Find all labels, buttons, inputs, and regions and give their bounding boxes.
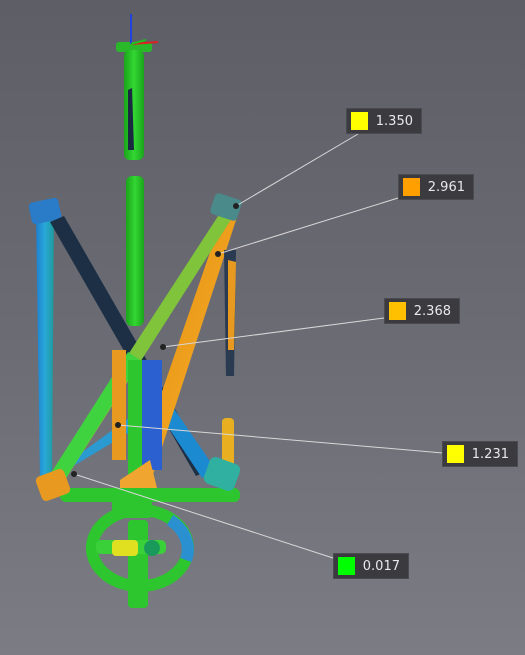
color-swatch	[389, 302, 406, 320]
annotation-value: 2.961	[427, 179, 465, 195]
annotation-label[interactable]: 0.017	[333, 553, 409, 579]
annotation-value: 2.368	[413, 303, 451, 319]
annotation-label[interactable]: 1.350	[346, 108, 422, 134]
color-swatch	[338, 557, 355, 575]
color-swatch	[447, 445, 464, 463]
annotation-value: 0.017	[362, 558, 400, 574]
3d-viewport[interactable]	[0, 0, 525, 655]
annotation-value: 1.350	[375, 113, 413, 129]
annotation-value: 1.231	[471, 446, 509, 462]
color-swatch	[403, 178, 420, 196]
annotation-label[interactable]: 1.231	[442, 441, 518, 467]
annotation-label[interactable]: 2.368	[384, 298, 460, 324]
color-swatch	[351, 112, 368, 130]
point-cloud-model	[28, 14, 242, 608]
annotation-label[interactable]: 2.961	[398, 174, 474, 200]
